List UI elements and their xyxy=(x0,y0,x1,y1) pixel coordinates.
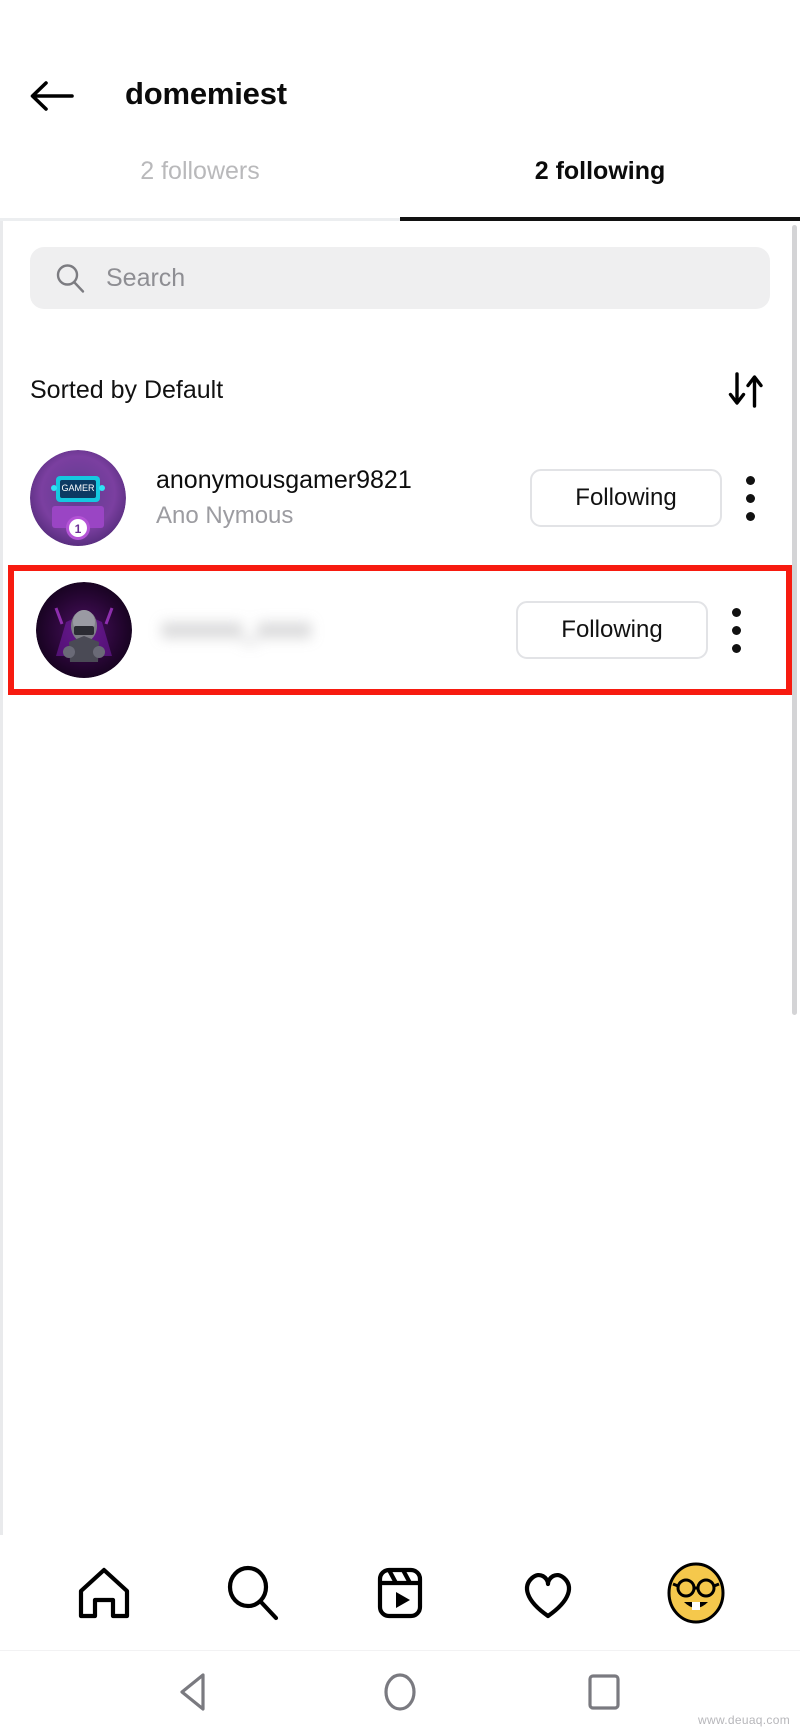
back-arrow-icon[interactable] xyxy=(28,75,74,117)
tab-following-label: 2 following xyxy=(534,157,666,185)
tab-followers-label: 2 followers xyxy=(140,157,260,185)
tab-followers[interactable]: 2 followers xyxy=(0,155,400,221)
heart-icon[interactable] xyxy=(513,1558,583,1628)
search-placeholder: Search xyxy=(106,263,186,292)
bottom-navigation xyxy=(0,1535,800,1650)
tab-following[interactable]: 2 following xyxy=(400,155,800,221)
android-recents-icon[interactable] xyxy=(577,1665,631,1719)
user-text: xxxxxx_xxxx xyxy=(162,614,516,645)
search-container: Search xyxy=(0,221,800,309)
search-icon[interactable] xyxy=(217,1558,287,1628)
android-system-bar: www.deuaq.com xyxy=(0,1650,800,1733)
search-input[interactable]: Search xyxy=(30,247,770,309)
app-screen: domemiest 2 followers 2 following Search… xyxy=(0,0,800,1733)
android-home-icon[interactable] xyxy=(373,1665,427,1719)
search-icon xyxy=(54,262,86,294)
sort-row: Sorted by Default xyxy=(0,309,800,411)
content-left-edge xyxy=(0,221,3,1535)
svg-text:1: 1 xyxy=(75,522,82,536)
username: anonymousgamer9821 xyxy=(156,466,412,495)
scrollbar[interactable] xyxy=(792,225,797,1015)
svg-text:GAMER: GAMER xyxy=(61,483,95,493)
page-title: domemiest xyxy=(125,76,287,111)
header: domemiest xyxy=(0,0,800,155)
tab-bar: 2 followers 2 following xyxy=(0,155,800,221)
more-options-icon[interactable] xyxy=(708,595,764,665)
user-text: anonymousgamer9821 Ano Nymous xyxy=(156,465,530,530)
more-options-icon[interactable] xyxy=(722,463,778,533)
username: xxxxxx_xxxx xyxy=(162,615,312,644)
user-list: GAMER 1 anonymousgamer9821 Ano Nymous Fo… xyxy=(0,439,800,695)
profile-avatar[interactable] xyxy=(661,1558,731,1628)
avatar[interactable] xyxy=(36,582,132,678)
table-row[interactable]: xxxxxx_xxxx Following xyxy=(8,565,792,695)
following-button[interactable]: Following xyxy=(516,601,708,659)
sort-arrows-icon[interactable] xyxy=(726,369,766,411)
fullname: Ano Nymous xyxy=(156,501,294,529)
avatar[interactable]: GAMER 1 xyxy=(30,450,126,546)
table-row[interactable]: GAMER 1 anonymousgamer9821 Ano Nymous Fo… xyxy=(0,439,800,557)
reels-icon[interactable] xyxy=(365,1558,435,1628)
content-area: Search Sorted by Default GAMER 1 anonymo… xyxy=(0,221,800,1535)
watermark: www.deuaq.com xyxy=(698,1713,790,1727)
sort-label: Sorted by Default xyxy=(30,375,224,404)
home-icon[interactable] xyxy=(69,1558,139,1628)
following-button[interactable]: Following xyxy=(530,469,722,527)
android-back-icon[interactable] xyxy=(169,1665,223,1719)
